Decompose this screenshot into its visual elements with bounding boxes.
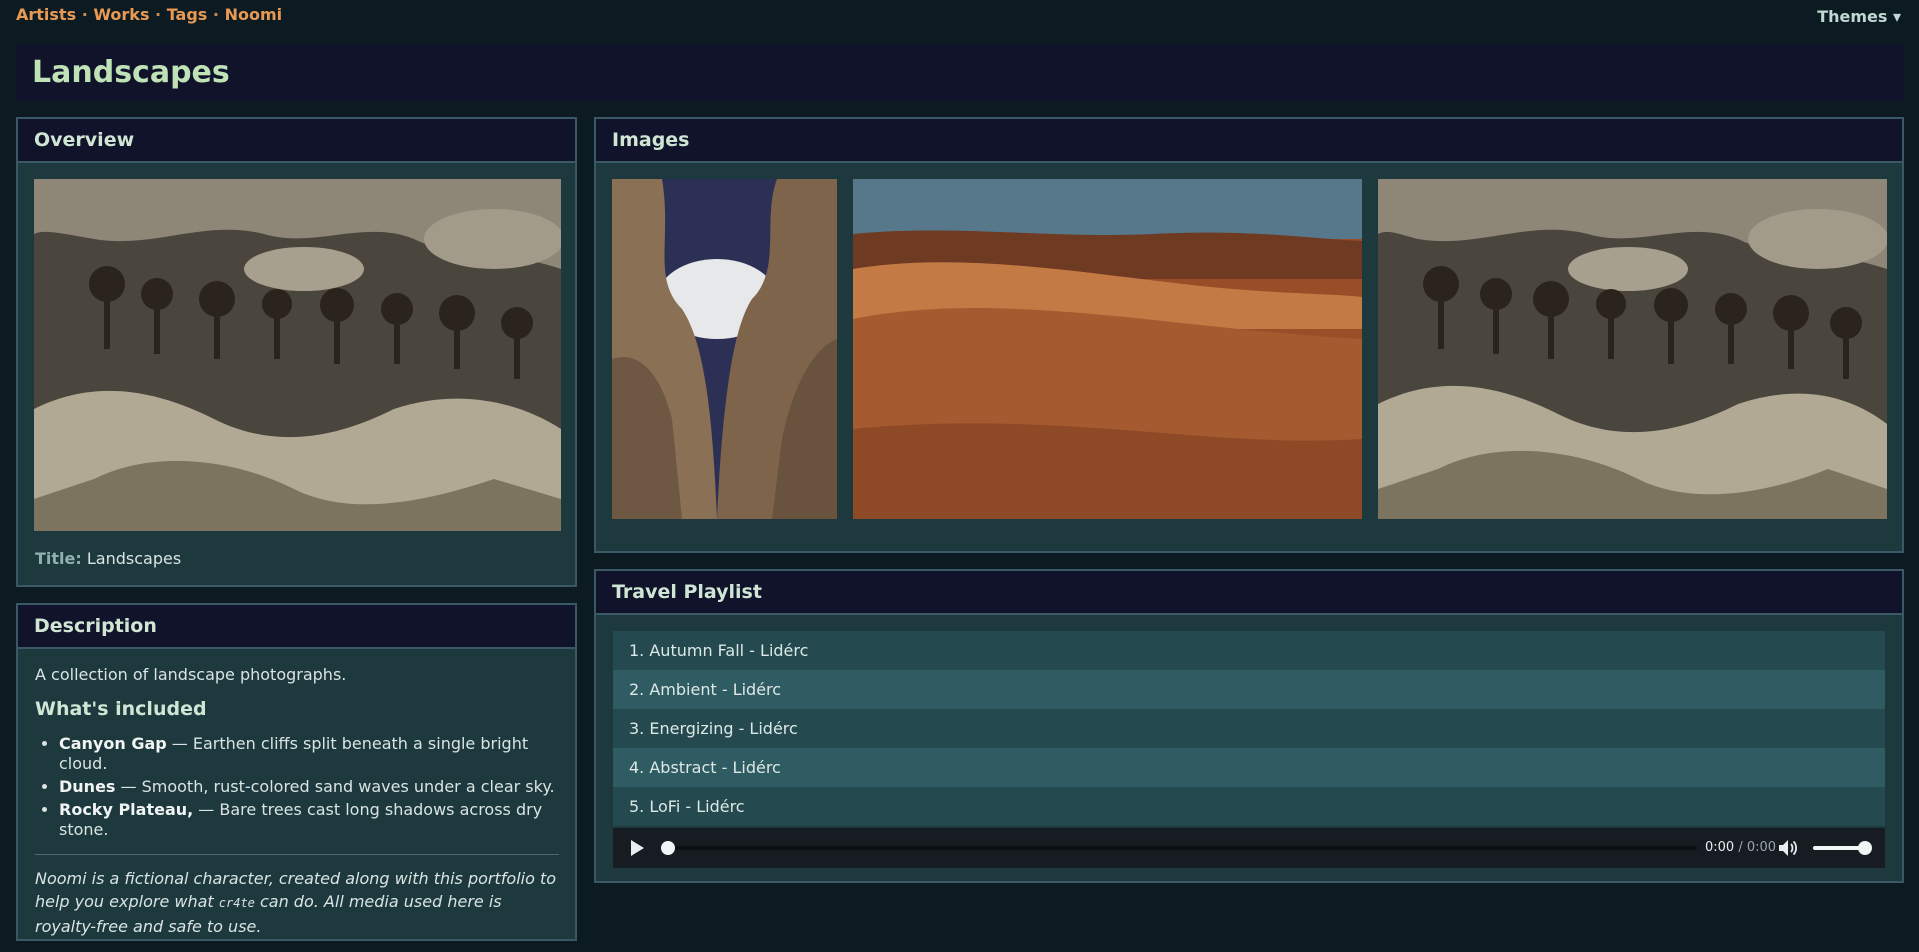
nav-link-noomi[interactable]: Noomi [225, 5, 283, 24]
included-list: Canyon Gap — Earthen cliffs split beneat… [35, 734, 559, 840]
playlist-track[interactable]: 2. Ambient - Lidérc [613, 670, 1885, 709]
playlist-track[interactable]: 3. Energizing - Lidérc [613, 709, 1885, 748]
canyon-gap-photo[interactable] [612, 179, 837, 519]
description-lead: A collection of landscape photographs. [35, 665, 347, 684]
description-heading: Description [18, 605, 575, 649]
rocky-plateau-photo[interactable] [34, 179, 561, 531]
duration: 0:00 [1746, 840, 1777, 855]
title-label: Title: [35, 549, 82, 568]
dunes-photo[interactable] [853, 179, 1362, 519]
note-code: cr4te [218, 896, 255, 910]
playlist-track[interactable]: 1. Autumn Fall - Lidérc [613, 631, 1885, 670]
list-item: Dunes — Smooth, rust-colored sand waves … [59, 777, 559, 797]
nav-link-tags[interactable]: Tags [167, 5, 208, 24]
track-list: 1. Autumn Fall - Lidérc 2. Ambient - Lid… [613, 631, 1885, 826]
volume-icon[interactable] [1778, 839, 1798, 857]
overview-title-row: Title: Landscapes [35, 549, 181, 568]
item-name: Canyon Gap [59, 734, 167, 753]
disclaimer-note: Noomi is a fictional character, created … [35, 867, 559, 938]
time-separator: / [1734, 840, 1747, 855]
themes-dropdown[interactable]: Themes ▾ [1817, 7, 1901, 26]
description-panel: Description A collection of landscape ph… [16, 603, 577, 941]
playlist-track[interactable]: 4. Abstract - Lidérc [613, 748, 1885, 787]
seek-bar[interactable] [667, 846, 1697, 850]
description-body: A collection of landscape photographs. W… [18, 649, 575, 938]
top-nav: Artists · Works · Tags · Noomi [16, 5, 282, 24]
playlist-track[interactable]: 5. LoFi - Lidérc [613, 787, 1885, 826]
rocky-plateau-photo[interactable] [1378, 179, 1887, 519]
images-panel: Images [594, 117, 1904, 553]
images-heading: Images [596, 119, 1902, 163]
nav-link-works[interactable]: Works [93, 5, 149, 24]
divider [35, 854, 559, 855]
play-icon[interactable] [631, 840, 644, 856]
page-title: Landscapes [32, 55, 230, 90]
overview-panel: Overview Title: Landscapes [16, 117, 577, 587]
nav-link-artists[interactable]: Artists [16, 5, 76, 24]
time-display: 0:00 / 0:00 [1705, 840, 1776, 855]
playlist-panel: Travel Playlist 1. Autumn Fall - Lidérc … [594, 569, 1904, 883]
seek-handle[interactable] [661, 841, 675, 855]
title-value: Landscapes [86, 549, 182, 568]
nav-separator: · [81, 5, 88, 24]
item-text: — Smooth, rust-colored sand waves under … [115, 777, 555, 796]
nav-separator: · [212, 5, 219, 24]
current-time: 0:00 [1705, 840, 1735, 855]
nav-separator: · [155, 5, 162, 24]
page-header: Landscapes [16, 45, 1904, 101]
list-item: Canyon Gap — Earthen cliffs split beneat… [59, 734, 559, 774]
overview-heading: Overview [18, 119, 575, 163]
audio-player: 0:00 / 0:00 [613, 828, 1885, 868]
volume-handle[interactable] [1858, 841, 1872, 855]
whats-included-heading: What's included [35, 698, 207, 720]
item-name: Rocky Plateau, [59, 800, 194, 819]
list-item: Rocky Plateau, — Bare trees cast long sh… [59, 800, 559, 840]
playlist-heading: Travel Playlist [596, 571, 1902, 615]
item-name: Dunes [59, 777, 116, 796]
